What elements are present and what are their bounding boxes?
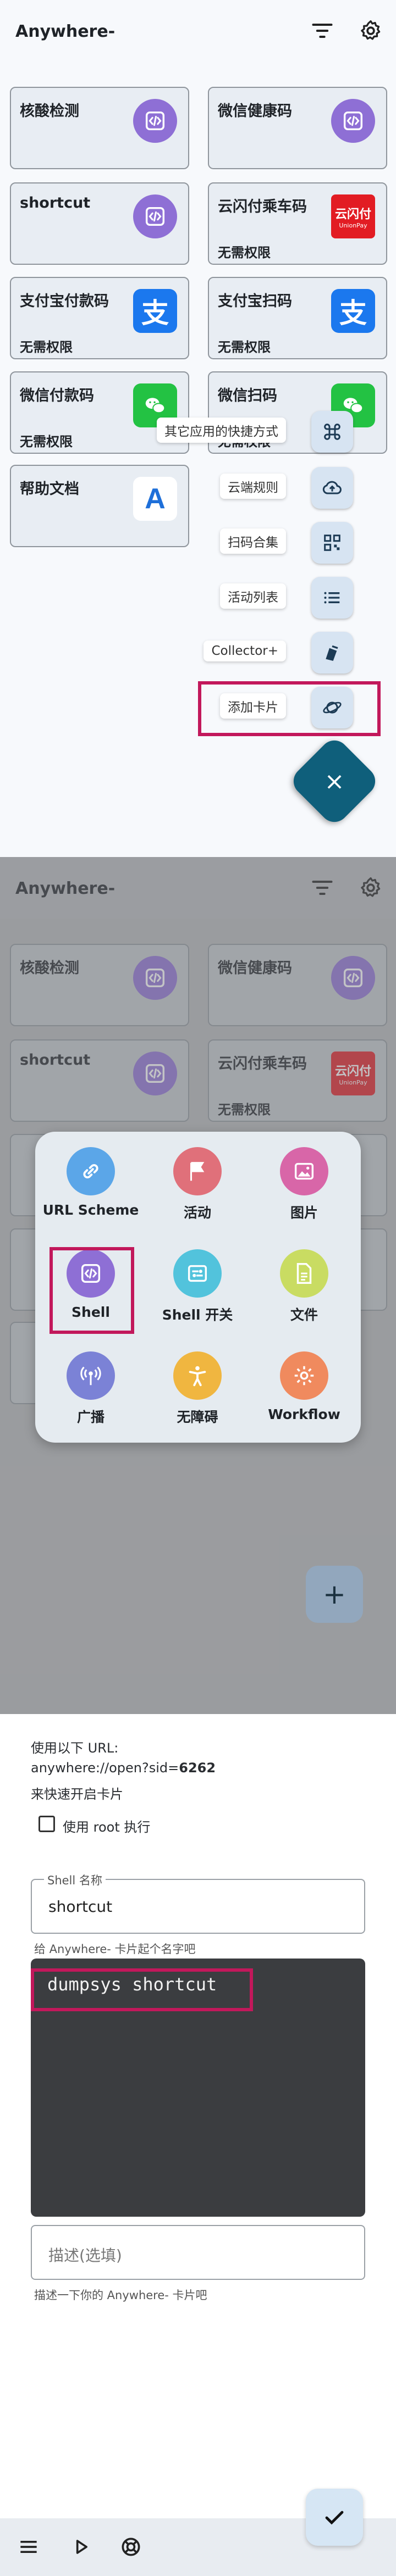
card-subtitle: 无需权限 [20,434,73,449]
shell-name-field[interactable]: Shell 名称 shortcut [31,1872,365,1934]
card-title: 核酸检测 [20,103,79,120]
app-bar: Anywhere- [0,0,396,62]
card-help-docs[interactable]: 帮助文档 A [10,465,189,547]
shell-icon [331,99,375,143]
type-image[interactable]: 图片 [252,1139,356,1233]
highlight-command [31,1968,253,2011]
home-screen-fab-expanded: Anywhere- 核酸检测 微信健康码 shortcut 云闪付乘车码 无需权… [0,0,396,857]
type-activity[interactable]: 活动 [145,1139,250,1233]
close-icon: × [324,767,345,795]
qr-code-icon[interactable] [311,522,353,564]
switch-icon [173,1249,222,1298]
use-root-label: 使用 root 执行 [63,1820,151,1835]
card-title: 支付宝付款码 [20,293,109,310]
broadcast-icon [67,1351,115,1400]
url-intro: 使用以下 URL: [31,1740,119,1756]
description-field[interactable]: 描述(选填) [31,2225,365,2280]
card-unionpay-transit[interactable]: 云闪付乘车码 无需权限 云闪付 UnionPay [208,182,387,265]
shell-icon [133,99,177,143]
alipay-icon: 支 [133,289,177,333]
list-icon[interactable] [311,577,353,619]
card-alipay-pay-code[interactable]: 支付宝付款码 无需权限 支 [10,277,189,359]
url-value: anywhere://open?sid=6262 [31,1760,216,1776]
check-icon [325,2511,344,2525]
shell-card-editor: 使用以下 URL: anywhere://open?sid=6262 来快速开启… [0,1714,396,2576]
type-broadcast[interactable]: 广播 [38,1344,143,1437]
description-helper: 描述一下你的 Anywhere- 卡片吧 [34,2289,207,2302]
fab-close-button[interactable]: × [288,735,381,828]
fab-menu-item-qr-collection[interactable]: 扫码合集 [220,522,286,560]
card-title: 支付宝扫码 [218,293,292,310]
alipay-icon: 支 [331,289,375,333]
card-wechat-health-code[interactable]: 微信健康码 [208,87,387,169]
menu-icon[interactable] [16,2535,41,2559]
shell-command-editor[interactable]: dumpsys shortcut [31,1959,365,2217]
card-alipay-scan[interactable]: 支付宝扫码 无需权限 支 [208,277,387,359]
filter-icon[interactable] [310,19,334,43]
card-nucleic-test[interactable]: 核酸检测 [10,87,189,169]
collector-icon[interactable] [311,632,353,674]
highlight-add-card [198,681,381,736]
url-hint: 来快速开启卡片 [31,1787,123,1802]
fab-menu-item-cloud-rules[interactable]: 云端规则 [220,467,286,505]
type-file[interactable]: 文件 [252,1242,356,1335]
type-workflow[interactable]: Workflow [252,1344,356,1437]
workflow-icon [280,1351,328,1400]
shell-icon [133,194,177,238]
link-icon [67,1147,115,1195]
file-icon [280,1249,328,1298]
shell-name-helper: 给 Anywhere- 卡片起个名字吧 [34,1943,196,1956]
app-title: Anywhere- [15,22,116,41]
card-title: 微信付款码 [20,387,94,404]
help-doc-icon: A [133,477,177,521]
play-icon[interactable] [69,2535,94,2559]
card-title: 微信健康码 [218,103,292,120]
add-card-button[interactable]: + [306,1566,363,1623]
card-type-picker-screen: Anywhere- 核酸检测 微信健康码 shortcut 云闪付乘车码 无需权… [0,857,396,1714]
type-url-scheme[interactable]: URL Scheme [38,1139,143,1233]
plus-icon: + [323,1578,346,1610]
save-button[interactable] [306,2489,363,2546]
card-title: 微信扫码 [218,387,277,404]
card-subtitle: 无需权限 [218,340,271,355]
use-root-checkbox[interactable] [38,1816,55,1832]
highlight-shell-type [50,1247,134,1334]
command-icon[interactable] [311,411,353,453]
accessibility-icon [173,1351,222,1400]
lifebuoy-icon[interactable] [119,2535,143,2559]
card-subtitle: 无需权限 [218,245,271,260]
card-title: 云闪付乘车码 [218,198,307,215]
image-icon [280,1147,328,1195]
unionpay-icon: 云闪付 UnionPay [331,194,375,238]
fab-menu-item-activity-list[interactable]: 活动列表 [220,577,286,615]
card-shortcut[interactable]: shortcut [10,182,189,265]
fab-menu-item-other-app-shortcuts[interactable]: 其它应用的快捷方式 [157,411,286,449]
cloud-upload-icon[interactable] [311,467,353,509]
card-type-picker: URL Scheme 活动 图片 Shell Shell 开关 文件 广播 无障… [35,1132,361,1443]
card-title: shortcut [20,194,91,212]
flag-icon [173,1147,222,1195]
card-subtitle: 无需权限 [20,340,73,355]
card-title: 帮助文档 [20,481,79,498]
gear-icon[interactable] [359,19,383,43]
type-shell-switch[interactable]: Shell 开关 [145,1242,250,1335]
fab-menu-item-collector[interactable]: Collector+ [204,632,286,670]
type-accessibility[interactable]: 无障碍 [145,1344,250,1437]
